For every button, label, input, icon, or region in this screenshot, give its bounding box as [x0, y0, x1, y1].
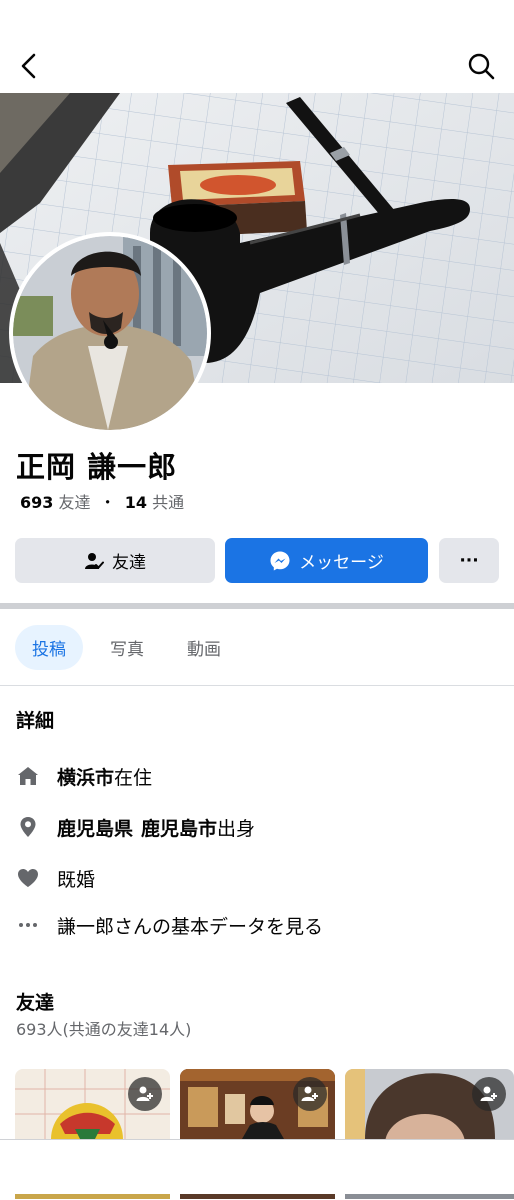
friend-thumb[interactable] — [180, 1069, 335, 1139]
hometown-suffix: 出身 — [217, 817, 256, 840]
add-friend-button[interactable] — [293, 1077, 327, 1111]
friend-count-label: 友達 — [58, 493, 91, 512]
dots-icon — [16, 913, 40, 937]
friends-button-label: 友達 — [112, 553, 146, 573]
hometown-city[interactable]: 鹿児島市 — [141, 814, 217, 841]
bottom-overlay — [0, 1139, 514, 1200]
detail-about-link[interactable]: 謙一郎さんの基本データを見る — [16, 910, 323, 940]
add-friend-button[interactable] — [128, 1077, 162, 1111]
location-pin-icon — [16, 815, 40, 839]
residence-city[interactable]: 横浜市 — [57, 763, 114, 790]
details-title: 詳細 — [16, 710, 55, 732]
more-icon: ··· — [459, 550, 479, 571]
back-arrow-icon — [21, 53, 36, 79]
friends-section-title: 友達 — [16, 992, 55, 1014]
add-friend-icon — [480, 1086, 497, 1101]
friends-section-subtitle: 693人(共通の友達14人) — [16, 1020, 192, 1039]
friend-thumb-peek — [180, 1194, 335, 1199]
friend-check-icon — [84, 551, 104, 571]
back-button[interactable] — [14, 50, 46, 82]
friend-thumb[interactable] — [15, 1069, 170, 1139]
tab-videos[interactable]: 動画 — [170, 625, 238, 670]
friend-thumb-peek — [15, 1194, 170, 1199]
add-friend-icon — [136, 1086, 153, 1101]
mutual-count: 14 — [124, 493, 147, 512]
mutual-label: 共通 — [152, 493, 185, 512]
detail-residence: 横浜市 在住 — [16, 761, 152, 791]
tabs-divider — [0, 685, 514, 686]
friend-thumb[interactable] — [345, 1069, 514, 1139]
top-bar — [0, 0, 514, 93]
friend-count-line[interactable]: 693 友達 ・ 14 共通 — [20, 489, 184, 513]
tab-posts[interactable]: 投稿 — [15, 625, 83, 670]
message-button[interactable]: メッセージ — [225, 538, 428, 583]
detail-relationship: 既婚 — [16, 863, 95, 893]
separator: ・ — [99, 493, 116, 512]
about-link-label: 謙一郎さんの基本データを見る — [57, 915, 324, 938]
detail-hometown: 鹿児島県 鹿児島市 出身 — [16, 812, 255, 842]
search-button[interactable] — [465, 50, 497, 82]
friend-thumb-peek — [345, 1194, 514, 1199]
avatar-image — [13, 236, 207, 430]
message-button-label: メッセージ — [299, 553, 384, 573]
friends-button[interactable]: 友達 — [15, 538, 215, 583]
add-friend-icon — [301, 1086, 318, 1101]
section-divider — [0, 603, 514, 609]
residence-suffix: 在住 — [114, 766, 153, 789]
hometown-prefecture[interactable]: 鹿児島県 — [57, 814, 133, 841]
messenger-icon — [269, 550, 291, 572]
profile-avatar[interactable] — [9, 232, 211, 434]
profile-name: 正岡 謙一郎 — [16, 450, 178, 484]
heart-icon — [16, 866, 40, 890]
more-button[interactable]: ··· — [439, 538, 499, 583]
tab-photos[interactable]: 写真 — [95, 625, 159, 670]
friend-count: 693 — [20, 493, 54, 512]
add-friend-button[interactable] — [472, 1077, 506, 1111]
home-icon — [16, 764, 40, 788]
relationship-status: 既婚 — [57, 868, 96, 891]
search-icon — [468, 53, 495, 80]
